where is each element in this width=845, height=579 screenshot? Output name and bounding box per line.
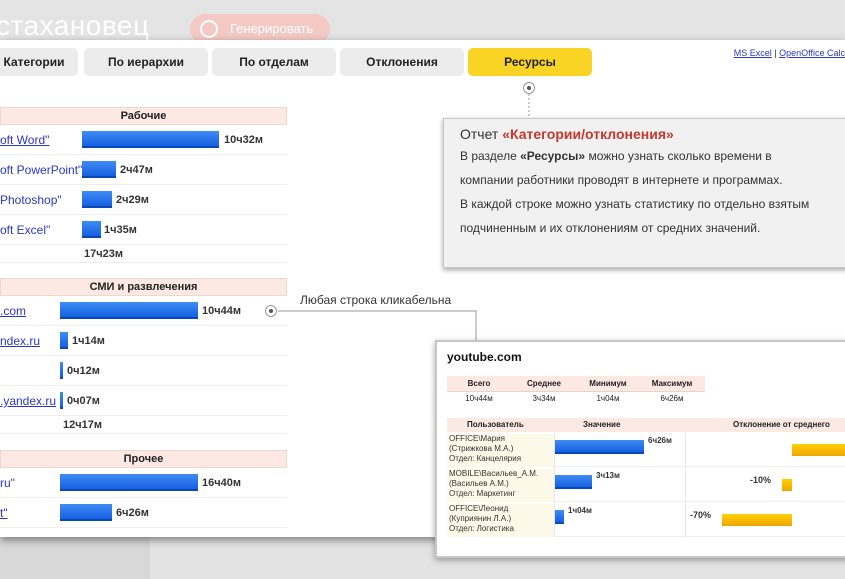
user-cell: OFFICE\Мария (Стрижкова М.А.) Отдел: Кан… [447,434,554,467]
user-value: 6ч26м [648,436,672,445]
stats-header: Всего [447,376,511,392]
value-bar [555,475,592,489]
stats-value-row: 10ч44м 3ч34м 1ч04м 6ч26м [447,391,705,406]
user-value: 3ч13м [596,471,620,480]
column-value: Значение [583,420,621,429]
user-fullname: (Стрижкова М.А.) [449,444,514,453]
info-line1-bold: «Ресурсы» [520,149,586,163]
user-login: MOBILE\Васильев_А.М. [449,469,539,478]
stats-value: 1ч04м [596,394,620,404]
stats-header: Максимум [639,376,705,392]
info-title: Отчет «Категории/отклонения» [460,124,845,144]
users-table: Пользователь Значение Отклонение от сред… [447,418,845,537]
table-row[interactable]: OFFICE\Мария (Стрижкова М.А.) Отдел: Кан… [447,432,845,467]
info-title-prefix: Отчет [460,126,499,142]
table-row[interactable]: MOBILE\Васильев_А.М. (Васильев А.М.) Отд… [447,467,845,502]
column-deviation: Отклонение от среднего [733,420,830,429]
user-value: 1ч04м [568,506,592,515]
info-line: подчиненным и их отклонениям от средних … [460,221,761,235]
stats-header: Минимум [577,376,639,392]
stats-header: Среднее [511,376,577,392]
stats-header-row: Всего Среднее Минимум Максимум [447,376,705,392]
stats-value: 10ч44м [465,394,493,404]
tab-pin-icon [523,82,535,94]
table-row[interactable]: OFFICE\Леонид (Куприянин Л.А.) Отдел: Ло… [447,502,845,537]
resource-details-popup: youtube.com Всего Среднее Минимум Максим… [435,340,845,558]
row-pin-icon [265,305,277,317]
info-line1-prefix: В разделе [460,149,517,163]
popup-title: youtube.com [447,350,522,364]
stats-value: 3ч34м [532,394,556,404]
info-callout: Отчет «Категории/отклонения» В разделе «… [443,118,845,268]
user-cell: OFFICE\Леонид (Куприянин Л.А.) Отдел: Ло… [447,504,554,537]
user-login: OFFICE\Леонид [449,504,509,513]
info-title-highlight: «Категории/отклонения» [502,126,674,142]
deviation-value: -10% [750,475,772,485]
info-line: В каждой строке можно узнать статистику … [460,197,810,211]
value-bar [555,440,644,454]
column-user: Пользователь [467,420,524,429]
info-line: В разделе «Ресурсы» можно узнать сколько… [460,144,845,168]
user-department: Отдел: Маркетинг [449,489,516,498]
deviation-bar [722,514,792,526]
info-line1-rest: можно узнать сколько времени в [588,149,772,163]
value-bar [555,510,564,524]
deviation-bar [792,444,845,456]
user-department: Отдел: Канцелярия [449,454,522,463]
stats-table: Всего Среднее Минимум Максимум 10ч44м 3ч… [447,376,705,406]
deviation-bar [782,479,792,491]
user-fullname: (Куприянин Л.А.) [449,514,512,523]
row-connector [278,310,477,340]
clickable-row-hint: Любая строка кликабельна [300,293,452,307]
user-department: Отдел: Логистика [449,524,514,533]
user-login: OFFICE\Мария [449,434,506,443]
user-cell: MOBILE\Васильев_А.М. (Васильев А.М.) Отд… [447,469,554,502]
users-header: Пользователь Значение Отклонение от сред… [447,418,845,432]
deviation-value: -70% [690,510,712,520]
stats-value: 6ч26м [660,394,684,404]
user-fullname: (Васильев А.М.) [449,479,509,488]
info-line: компании работники проводят в интернете … [460,173,783,187]
